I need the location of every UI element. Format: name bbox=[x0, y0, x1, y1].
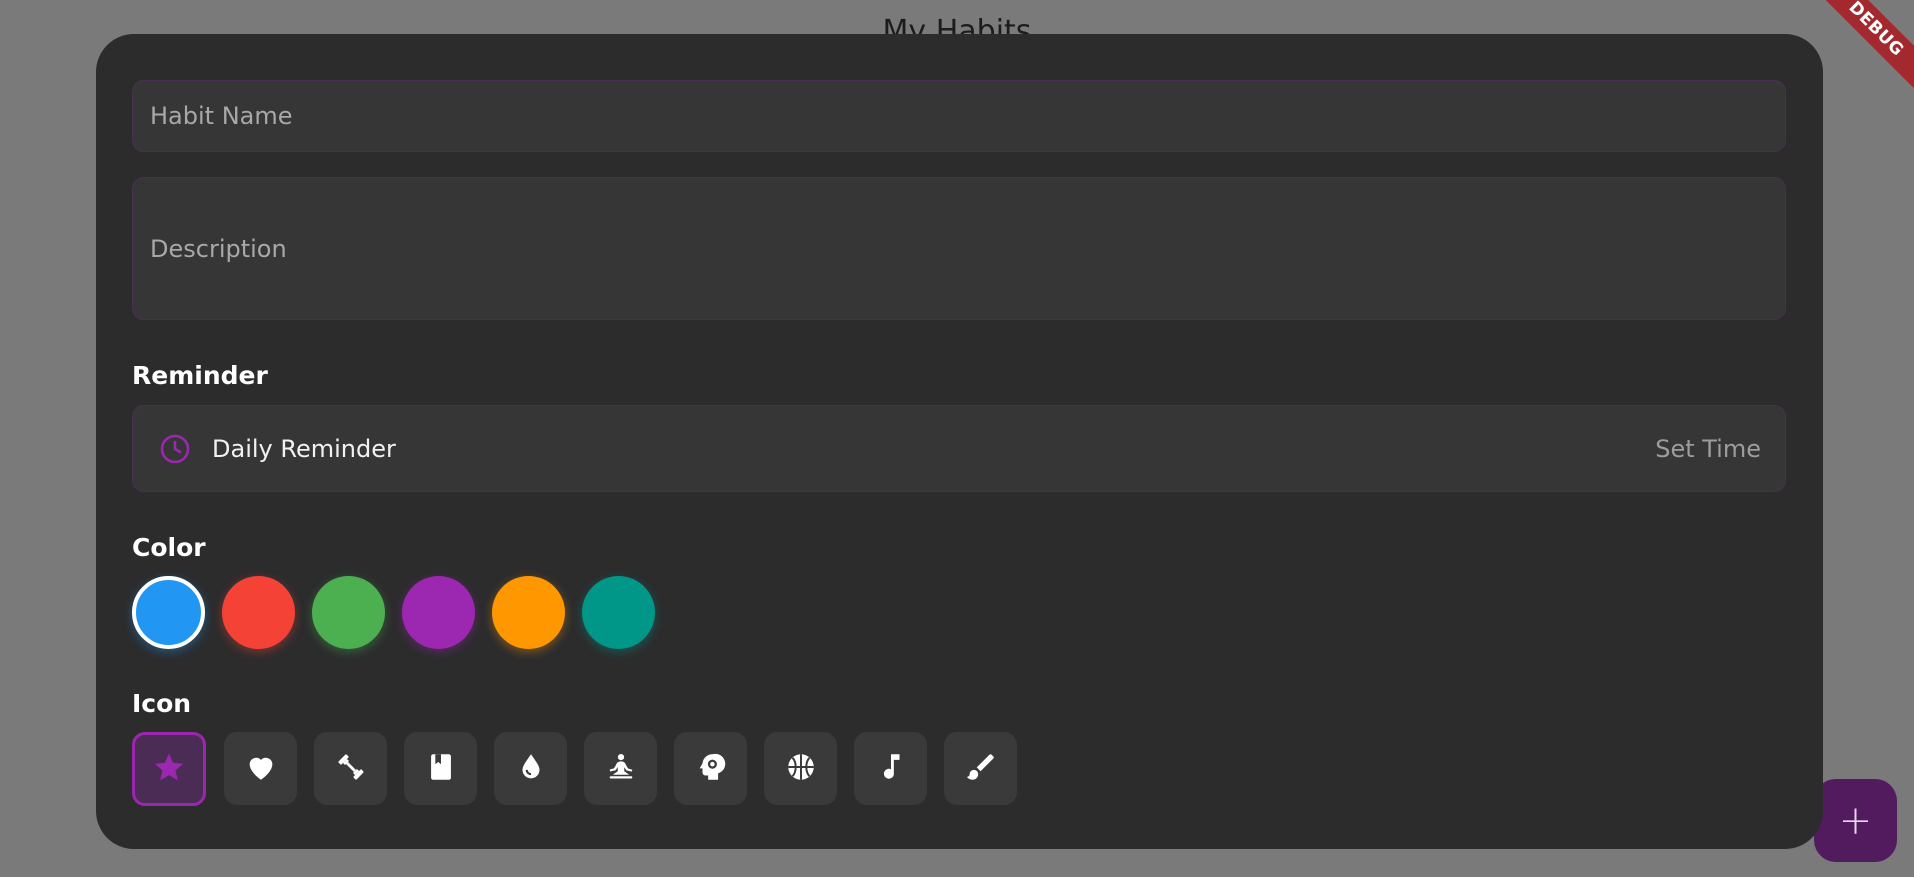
habit-name-field[interactable]: Habit Name bbox=[132, 80, 1786, 152]
icon-option-music[interactable] bbox=[854, 732, 927, 805]
description-placeholder: Description bbox=[150, 235, 287, 263]
reminder-section-title: Reminder bbox=[132, 361, 268, 390]
color-swatch-green[interactable] bbox=[312, 576, 385, 649]
icon-option-book[interactable] bbox=[404, 732, 477, 805]
clock-icon bbox=[159, 433, 191, 465]
icon-option-heart[interactable] bbox=[224, 732, 297, 805]
add-habit-sheet: Habit Name Description Reminder Daily Re… bbox=[96, 34, 1823, 849]
basketball-icon bbox=[784, 750, 818, 788]
icon-option-mind[interactable] bbox=[674, 732, 747, 805]
set-time-button[interactable]: Set Time bbox=[1655, 435, 1761, 463]
book-icon bbox=[424, 750, 458, 788]
color-section-title: Color bbox=[132, 533, 206, 562]
daily-reminder-label: Daily Reminder bbox=[212, 435, 396, 463]
add-habit-fab[interactable]: + bbox=[1814, 779, 1897, 862]
icon-option-sports[interactable] bbox=[764, 732, 837, 805]
water-drop-icon bbox=[514, 750, 548, 788]
psychology-icon bbox=[694, 750, 728, 788]
daily-reminder-row[interactable]: Daily Reminder Set Time bbox=[132, 405, 1786, 492]
icon-option-fitness[interactable] bbox=[314, 732, 387, 805]
description-field[interactable]: Description bbox=[132, 177, 1786, 320]
color-swatch-teal[interactable] bbox=[582, 576, 655, 649]
dumbbell-icon bbox=[334, 750, 368, 788]
heart-icon bbox=[244, 750, 278, 788]
star-icon bbox=[152, 750, 186, 788]
icon-option-star[interactable] bbox=[132, 732, 206, 806]
color-swatch-red[interactable] bbox=[222, 576, 295, 649]
music-note-icon bbox=[874, 750, 908, 788]
meditation-icon bbox=[604, 750, 638, 788]
color-swatch-orange[interactable] bbox=[492, 576, 565, 649]
brush-icon bbox=[964, 750, 998, 788]
color-swatch-purple[interactable] bbox=[402, 576, 475, 649]
icon-option-art[interactable] bbox=[944, 732, 1017, 805]
icon-option-water[interactable] bbox=[494, 732, 567, 805]
habit-name-placeholder: Habit Name bbox=[150, 102, 293, 130]
plus-icon: + bbox=[1838, 797, 1873, 844]
icon-option-meditation[interactable] bbox=[584, 732, 657, 805]
color-swatch-blue[interactable] bbox=[132, 576, 205, 649]
icon-section-title: Icon bbox=[132, 689, 192, 718]
